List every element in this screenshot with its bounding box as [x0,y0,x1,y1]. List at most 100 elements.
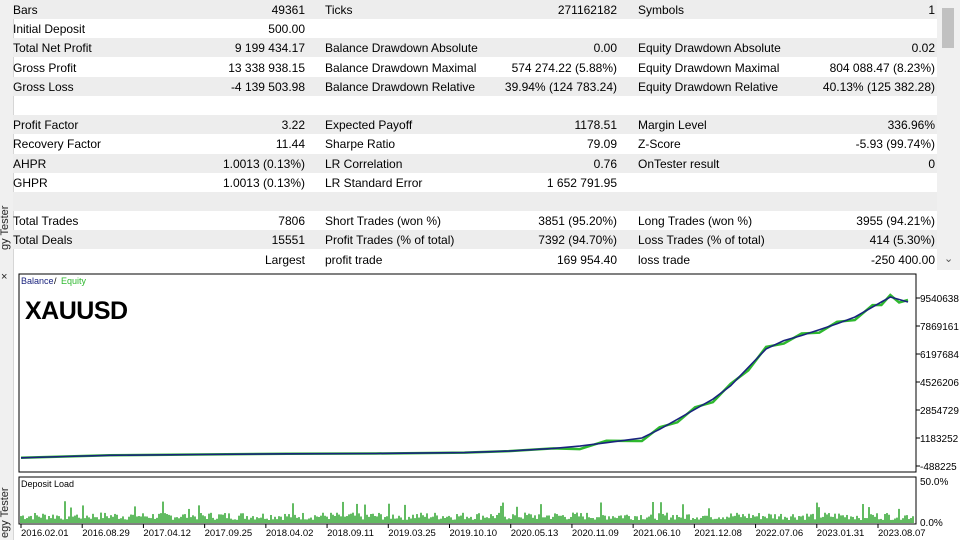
x-tick-label: 2022.07.06 [756,528,804,539]
x-tick-label: 2019.03.25 [388,528,436,539]
report-label: OnTester result [638,156,720,171]
report-value: 15551 [271,233,305,248]
report-label: Gross Loss [13,79,74,94]
report-label: Equity Drawdown Maximal [638,60,780,75]
report-value: 9 199 434.17 [234,41,305,56]
report-label: profit trade [325,252,383,267]
report-value: 271162182 [557,3,617,17]
report-value: 0 [928,156,935,171]
report-label: Ticks [325,3,353,17]
close-icon[interactable]: × [1,271,7,283]
report-value: 3851 (95.20%) [538,214,617,229]
report-label: Bars [13,3,38,17]
x-tick-label: 2023.01.31 [817,528,865,539]
y-tick-label: 1183252 [920,434,959,445]
y-tick-label: 9540638 [920,294,959,305]
legend-equity: Equity [61,276,87,286]
report-row: Bars 49361 Ticks 271162182 Symbols 1 [13,0,937,19]
strategy-tester-tab-label[interactable]: gy Tester [0,206,11,250]
report-scrollbar[interactable]: ⌄ [937,0,960,270]
scrollbar-thumb[interactable] [942,8,954,48]
y-tick-label: -488225 [920,462,957,473]
chart-panel: Balance / Equity XAUUSD 9540638 7869161 619768… [13,272,960,540]
report-label: Expected Payoff [325,118,413,133]
report-row [13,96,937,115]
symbol-label: XAUUSD [25,297,128,325]
report-label: loss trade [638,252,691,267]
report-label: Balance Drawdown Maximal [325,60,477,75]
report-label: Balance Drawdown Relative [325,79,476,94]
report-row: Initial Deposit 500.00 [13,19,937,38]
balance-equity-chart: Balance / EquityXAUUSD 95406387869161619768… [18,273,959,539]
report-label: Equity Drawdown Relative [638,79,779,94]
report-row: Total Deals 15551 Profit Trades (% of tota… [13,230,937,250]
report-value: 500.00 [268,22,305,37]
report-value: 1.0013 (0.13%) [222,175,305,190]
report-value: -250 400.00 [870,252,935,267]
report-value: 79.09 [586,137,617,152]
report-value: 414 (5.30%) [869,233,935,248]
report-row: Gross Profit 13 338 938.15 Balance Drawdow… [13,58,937,77]
y-tick-label: 7869161 [920,322,959,333]
report-label: Total Trades [13,214,79,229]
report-value: 11.44 [275,137,305,152]
main-plot-frame [18,273,917,473]
x-tick-label: 2019.10.10 [450,528,498,539]
report-label: Z-Score [638,137,681,152]
x-tick-label: 2017.09.25 [205,528,253,539]
report-row: Recovery Factor 11.44 Sharpe Ratio 79.09 Z-S… [13,134,937,153]
y-tick-label: 4526206 [920,378,959,389]
report-value: 3955 (94.21%) [856,214,935,229]
report-label: Gross Profit [13,60,77,75]
report-value: 574 274.22 (5.88%) [511,60,617,75]
report-value: 1178.51 [574,118,618,133]
y-tick-label: 2854729 [920,406,959,417]
report-value: -5.93 (99.74%) [855,137,935,152]
report-value: 7392 (94.70%) [538,233,617,248]
backtest-report-table: Bars 49361 Ticks 271162182 Symbols 1 Initial D… [13,0,937,270]
report-value: 1 [928,3,935,17]
x-tick-label: 2020.05.13 [511,528,559,539]
report-value: 49361 [271,3,305,17]
report-label: Long Trades (won %) [638,214,753,229]
report-label: Profit Factor [13,118,79,133]
report-value: -4 139 503.98 [230,79,305,94]
y-tick-label: 6197684 [920,350,959,361]
report-value: 336.96% [887,118,935,133]
report-label: Loss Trades (% of total) [638,233,765,248]
report-label: Symbols [638,3,685,17]
report-value: 804 088.47 (8.23%) [829,60,935,75]
report-value: 0.02 [911,41,935,56]
report-label: Recovery Factor [13,137,102,152]
report-row: Gross Loss -4 139 503.98 Balance Drawdown … [13,76,937,96]
report-label: GHPR [13,175,48,190]
report-label: Profit Trades (% of total) [325,233,455,248]
report-value: 13 338 938.15 [228,60,305,75]
report-row: GHPR 1.0013 (0.13%) LR Standard Error 1 652… [13,173,937,192]
x-tick-label: 2021.06.10 [633,528,681,539]
chevron-down-icon[interactable]: ⌄ [944,252,953,265]
deposit-load-tick-top: 50.0% [920,477,948,488]
report-value: 3.22 [281,118,305,133]
strategy-tester-sidebar: gy Tester egy Tester × [0,0,14,540]
report-value: 1 652 791.95 [546,175,617,190]
report-value: Largest [264,252,305,267]
x-tick-label: 2016.02.01 [21,528,69,539]
report-label: Initial Deposit [13,22,86,37]
report-row: Total Trades 7806 Short Trades (won %) 3851… [13,211,937,230]
strategy-tester-tab-label-bottom[interactable]: egy Tester [0,487,11,538]
x-tick-label: 2021.12.08 [694,528,742,539]
report-label: Margin Level [638,118,707,133]
report-label: Equity Drawdown Absolute [638,41,781,56]
x-tick-label: 2016.08.29 [82,528,130,539]
report-label: Total Deals [13,233,73,248]
x-tick-label: 2018.09.11 [327,528,374,539]
report-label: LR Correlation [325,156,403,171]
report-label: AHPR [13,156,47,171]
x-tick-label: 2017.04.12 [143,528,191,539]
report-value: 7806 [278,214,305,229]
deposit-load-title: Deposit Load [21,479,74,489]
report-label: Total Net Profit [13,41,92,56]
x-tick-label: 2023.08.07 [878,528,926,539]
legend-balance: Balance [21,276,54,286]
